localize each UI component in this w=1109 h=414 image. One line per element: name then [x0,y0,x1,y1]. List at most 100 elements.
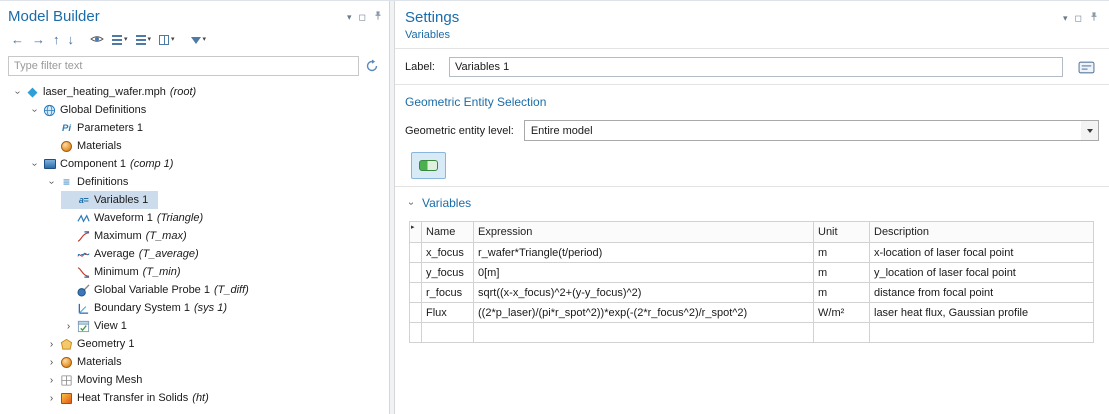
row-gutter[interactable] [410,263,422,283]
node-text-button[interactable]: ▾ [109,32,131,48]
cell-unit[interactable]: m [814,283,870,303]
model-builder-toolbar: ← → ↑ ↓ ▾ ▾ ▾ ▾ [8,30,383,50]
cell-description[interactable]: x-location of laser focal point [870,243,1094,263]
row-gutter[interactable] [410,243,422,263]
tree-item-variables-1[interactable]: a= Variables 1 [8,191,383,209]
filter-view-button[interactable]: ▾ [188,32,210,48]
cell-expression[interactable] [474,323,814,343]
row-gutter[interactable] [410,303,422,323]
active-selection-toggle-button[interactable] [411,152,446,179]
columns-button[interactable]: ▾ [156,32,178,48]
move-up-button[interactable]: ↑ [50,32,63,48]
chevron-spacer [61,301,76,316]
section-collapse-icon[interactable]: › [406,197,417,209]
pin-icon[interactable] [1089,11,1099,24]
tree-item-label: Global Variable Probe 1 [94,284,210,296]
cell-description[interactable]: distance from focal point [870,283,1094,303]
row-gutter[interactable] [410,283,422,303]
chevron-right-icon[interactable]: › [44,337,59,352]
heat-transfer-icon [59,391,74,406]
tree-item-component-1[interactable]: › Component 1 (comp 1) [8,155,383,173]
cell-description[interactable]: laser heat flux, Gaussian profile [870,303,1094,323]
tree-item-label: Component 1 [60,158,126,170]
cell-description[interactable]: y_location of laser focal point [870,263,1094,283]
geometric-entity-level-select[interactable]: Entire model [524,120,1099,141]
panel-menu-icon[interactable]: ▾ [1063,13,1068,23]
tree-item-label: Minimum [94,266,139,278]
forward-button[interactable]: → [29,32,48,48]
row-gutter[interactable] [410,323,422,343]
tree-item-root[interactable]: › ◆ laser_heating_wafer.mph (root) [8,83,383,101]
variables-table: ▸ Name Expression Unit Description x_foc… [409,221,1094,343]
cell-name[interactable] [422,323,474,343]
dropdown-arrow-icon: ▾ [171,33,175,47]
chevron-down-icon[interactable]: › [44,175,59,190]
filter-input[interactable] [8,56,359,76]
cell-expression[interactable]: sqrt((x-x_focus)^2+(y-y_focus)^2) [474,283,814,303]
tree-item-view-1[interactable]: › View 1 [8,317,383,335]
panel-menu-icon[interactable]: ▾ [347,12,352,22]
settings-title: Settings [405,9,1063,26]
tree-item-global-definitions[interactable]: › Global Definitions [8,101,383,119]
float-window-icon[interactable]: ◻ [359,12,366,22]
tree-item-label: View 1 [94,320,127,332]
row-marker-icon: ▸ [410,222,422,243]
cell-unit[interactable]: W/m² [814,303,870,323]
tree-item-average[interactable]: Average (T_average) [8,245,383,263]
chevron-right-icon[interactable]: › [61,319,76,334]
cell-name[interactable]: r_focus [422,283,474,303]
cell-name[interactable]: Flux [422,303,474,323]
tree-item-waveform-1[interactable]: Waveform 1 (Triangle) [8,209,383,227]
tree-item-parameters[interactable]: Pi Parameters 1 [8,119,383,137]
chevron-down-icon[interactable]: › [10,85,25,100]
tree-item-definitions[interactable]: › ≡ Definitions [8,173,383,191]
chevron-spacer [61,265,76,280]
tree-item-label: Variables 1 [94,194,148,206]
cell-unit[interactable] [814,323,870,343]
geometric-entity-selection-heading: Geometric Entity Selection [405,95,1099,109]
chevron-down-icon[interactable] [1081,121,1098,140]
geometric-entity-level-value: Entire model [531,125,1081,137]
cell-unit[interactable]: m [814,243,870,263]
tree-item-label: Boundary System 1 [94,302,190,314]
tree-item-tag: (ht) [192,392,209,404]
tree-item-materials-global[interactable]: Materials [8,137,383,155]
variables-section-heading[interactable]: Variables [422,196,471,210]
cell-unit[interactable]: m [814,263,870,283]
show-button[interactable] [87,31,107,50]
cell-name[interactable]: x_focus [422,243,474,263]
tree-item-tag: (sys 1) [194,302,227,314]
cell-name[interactable]: y_focus [422,263,474,283]
float-window-icon[interactable]: ◻ [1075,13,1082,23]
tree-item-boundary-system-1[interactable]: Boundary System 1 (sys 1) [8,299,383,317]
refresh-icon[interactable] [361,56,383,76]
cell-expression[interactable]: r_wafer*Triangle(t/period) [474,243,814,263]
tree-item-global-variable-probe-1[interactable]: Global Variable Probe 1 (T_diff) [8,281,383,299]
tree-item-materials-component[interactable]: › Materials [8,353,383,371]
label-input[interactable] [449,57,1063,77]
chevron-right-icon[interactable]: › [44,391,59,406]
chevron-down-icon[interactable]: › [27,103,42,118]
pin-icon[interactable] [373,10,383,23]
tree-item-label: Maximum [94,230,142,242]
cell-expression[interactable]: ((2*p_laser)/(pi*r_spot^2))*exp(-(2*r_fo… [474,303,814,323]
move-down-button[interactable]: ↓ [65,32,78,48]
expand-collapse-button[interactable]: ▾ [133,32,155,48]
cell-expression[interactable]: 0[m] [474,263,814,283]
tree-item-heat-transfer-in-solids[interactable]: › Heat Transfer in Solids (ht) [8,389,383,407]
show-name-toggle-button[interactable] [1073,57,1099,77]
tree-item-moving-mesh[interactable]: › Moving Mesh [8,371,383,389]
boundary-system-icon [76,301,91,316]
column-header-unit: Unit [814,222,870,243]
chevron-down-icon[interactable]: › [27,157,42,172]
cell-description[interactable] [870,323,1094,343]
tree-item-maximum[interactable]: Maximum (T_max) [8,227,383,245]
waveform-icon [76,211,91,226]
tree-item-geometry-1[interactable]: › Geometry 1 [8,335,383,353]
chevron-right-icon[interactable]: › [44,355,59,370]
chevron-spacer [61,283,76,298]
back-button[interactable]: ← [8,32,27,48]
tree-item-minimum[interactable]: Minimum (T_min) [8,263,383,281]
up-icon: ↑ [53,33,60,47]
chevron-right-icon[interactable]: › [44,373,59,388]
